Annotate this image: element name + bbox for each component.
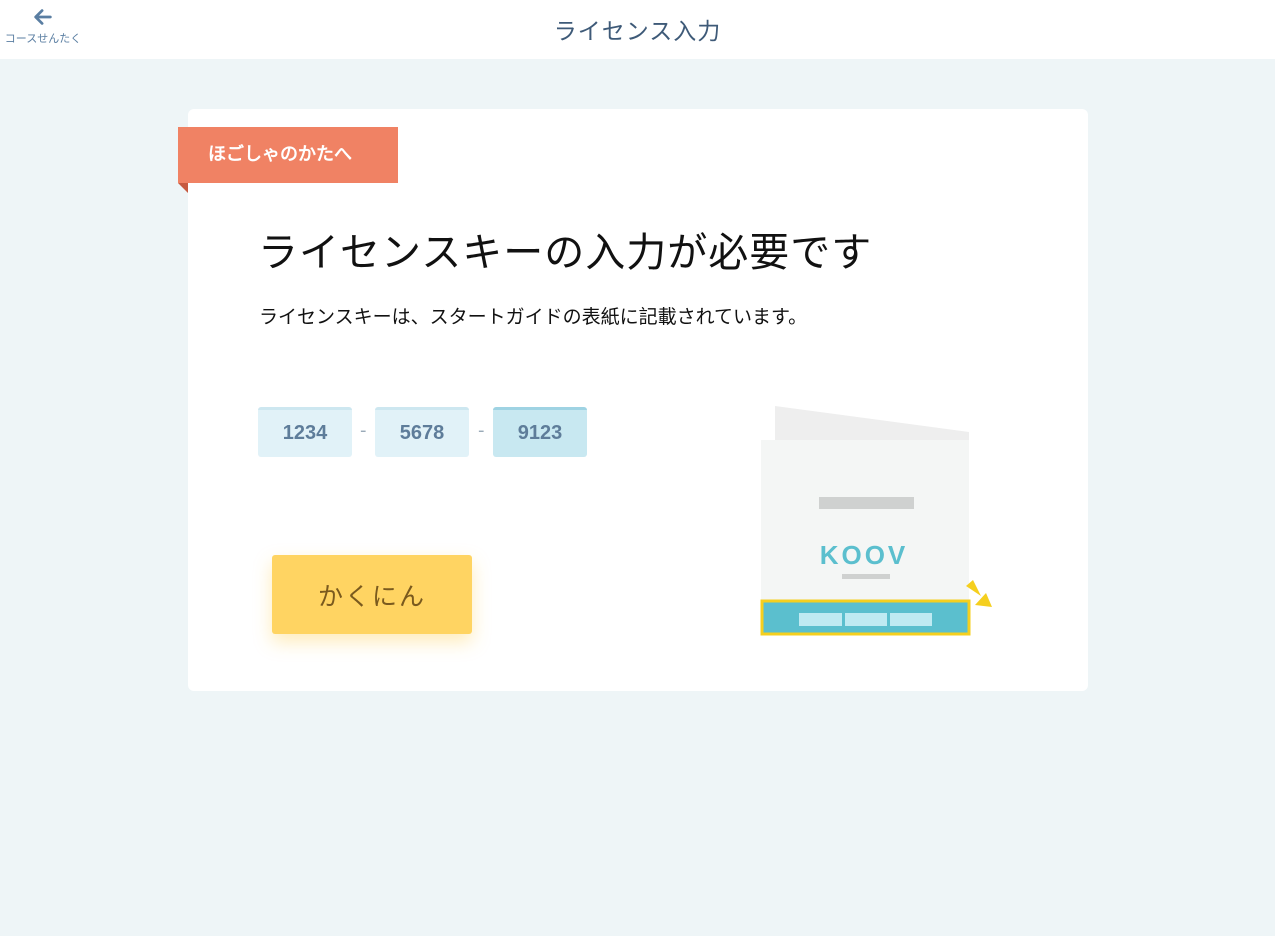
license-heading: ライセンスキーの入力が必要です	[258, 230, 873, 276]
license-key-field-2[interactable]	[375, 407, 469, 457]
guardian-ribbon: ほごしゃのかたへ	[178, 127, 398, 183]
ribbon-fold	[178, 183, 188, 193]
license-description: ライセンスキーは、スタートガイドの表紙に記載されています。	[259, 306, 808, 328]
key-separator: -	[360, 420, 367, 441]
page-title: ライセンス入力	[553, 19, 722, 45]
start-guide-illustration: KOOV	[760, 406, 992, 636]
license-key-field-3[interactable]	[493, 407, 587, 457]
key-separator: -	[478, 420, 485, 441]
license-key-field-1[interactable]	[258, 407, 352, 457]
koov-logo-text: KOOV	[820, 540, 909, 570]
confirm-button[interactable]: かくにん	[272, 555, 472, 634]
top-bar: コースせんたく ライセンス入力	[0, 0, 1275, 59]
